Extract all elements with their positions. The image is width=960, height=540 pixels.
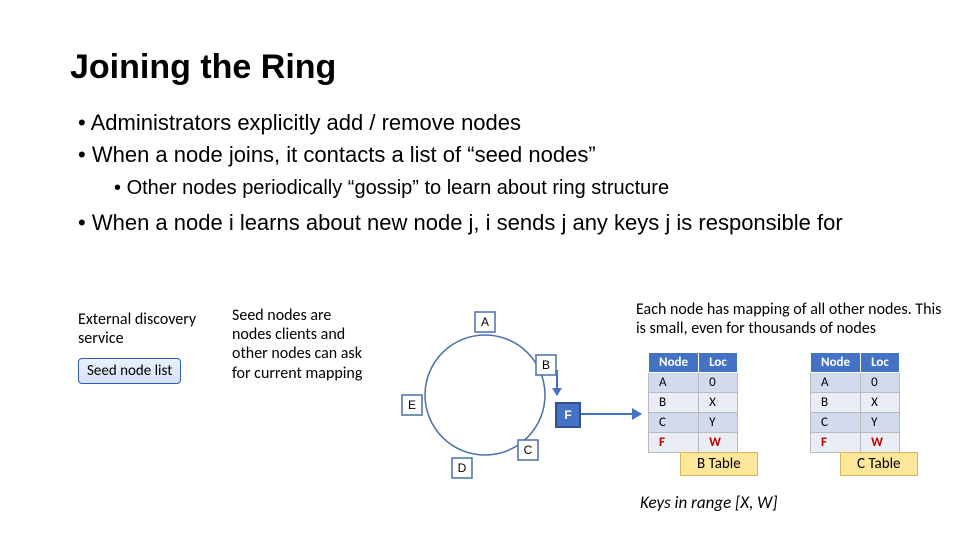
table-row: BX [811,393,900,413]
ring-node-d: D [458,461,467,475]
table-row: FW [649,433,738,453]
mapping-description: Each node has mapping of all other nodes… [636,300,946,338]
ring-node-e: E [408,398,416,412]
table-row: CY [811,413,900,433]
seed-node-list-button[interactable]: Seed node list [78,358,181,384]
joining-node-f: F [555,402,581,428]
c-table: NodeLoc A0 BX CY FW [810,352,900,453]
b-table: NodeLoc A0 BX CY FW [648,352,738,453]
ring-node-c: C [524,443,533,457]
bullet-1: • Administrators explicitly add / remove… [78,108,843,138]
bullet-2: • When a node joins, it contacts a list … [78,140,843,170]
table-row: FW [811,433,900,453]
bullet-list: • Administrators explicitly add / remove… [78,108,843,240]
f-join-arrow-vertical [556,370,558,395]
seed-nodes-description: Seed nodes are nodes clients and other n… [232,306,372,383]
ring-node-b: B [542,358,550,372]
table-row: A0 [649,373,738,393]
f-to-table-arrow [581,413,641,415]
b-table-caption: B Table [680,452,758,476]
table-row: CY [649,413,738,433]
keys-range-label: Keys in range [X, W] [640,492,778,513]
external-discovery-label: External discovery service [78,310,223,348]
c-table-caption: C Table [840,452,918,476]
bullet-2-sub: • Other nodes periodically “gossip” to l… [114,175,843,202]
table-row: BX [649,393,738,413]
slide-title: Joining the Ring [70,48,336,87]
bullet-3: • When a node i learns about new node j,… [78,208,843,238]
table-row: A0 [811,373,900,393]
external-discovery-block: External discovery service Seed node lis… [78,310,223,384]
ring-node-a: A [481,315,489,329]
